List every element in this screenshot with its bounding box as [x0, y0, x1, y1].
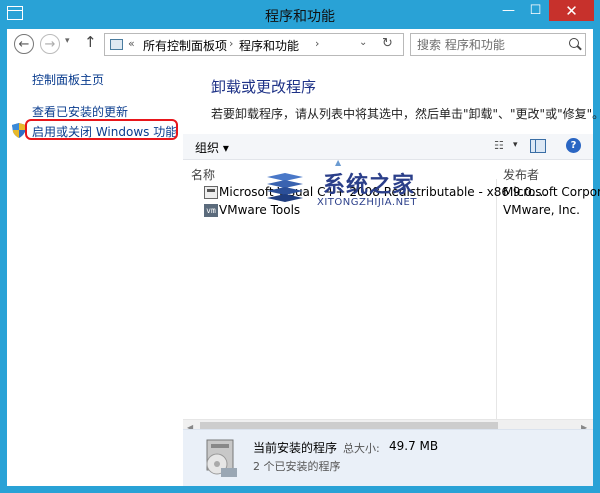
- window-controls: — ☐ ✕: [495, 0, 594, 21]
- breadcrumb-programs[interactable]: 程序和功能: [239, 37, 299, 54]
- column-publisher[interactable]: 发布者: [503, 166, 539, 183]
- details-title: 当前安装的程序: [253, 441, 338, 455]
- details-pane: 当前安装的程序 总大小: 49.7 MB 2 个已安装的程序: [183, 429, 593, 486]
- column-name[interactable]: 名称: [191, 166, 215, 183]
- address-bar: ← → ▾ ↑ « 所有控制面板项 › 程序和功能 › ⌄ ↻: [7, 29, 593, 59]
- total-size-label: 总大小:: [343, 442, 380, 455]
- breadcrumb-overflow[interactable]: «: [128, 37, 135, 50]
- chevron-down-icon[interactable]: ⌄: [359, 37, 367, 48]
- breadcrumb-separator-2[interactable]: ›: [315, 37, 319, 50]
- watermark-logo-icon: [267, 173, 303, 202]
- address-path[interactable]: « 所有控制面板项 › 程序和功能 › ⌄ ↻: [104, 33, 404, 56]
- window: 程序和功能 — ☐ ✕ ← → ▾ ↑ « 所有控制面板项 › 程序和功能 › …: [0, 0, 600, 493]
- watermark: 系统之家 XITONGZHIJIA.NET: [251, 163, 451, 213]
- close-button[interactable]: ✕: [549, 0, 594, 21]
- search-box[interactable]: [410, 33, 586, 56]
- forward-button[interactable]: →: [40, 34, 60, 54]
- search-input[interactable]: [417, 37, 565, 52]
- organize-button[interactable]: 组织 ▾: [195, 139, 229, 156]
- preview-pane-icon[interactable]: [530, 139, 546, 153]
- up-button[interactable]: ↑: [84, 33, 97, 51]
- program-publisher: Microsoft Corpor: [503, 185, 600, 199]
- recent-locations-dropdown[interactable]: ▾: [65, 36, 70, 46]
- total-size-value: 49.7 MB: [389, 439, 439, 453]
- help-icon[interactable]: ?: [566, 138, 581, 153]
- control-panel-home-link[interactable]: 控制面板主页: [32, 71, 104, 88]
- control-panel-icon: [110, 39, 123, 50]
- installed-count: 2 个已安装的程序: [253, 460, 341, 473]
- main-pane: 卸载或更改程序 若要卸载程序，请从列表中将其选中，然后单击"卸载"、"更改"或"…: [183, 59, 600, 486]
- back-button[interactable]: ←: [14, 34, 34, 54]
- breadcrumb-all-items[interactable]: 所有控制面板项: [143, 37, 227, 54]
- view-installed-updates-link[interactable]: 查看已安装的更新: [32, 103, 128, 120]
- program-publisher: VMware, Inc.: [503, 203, 580, 217]
- watermark-url: XITONGZHIJIA.NET: [317, 197, 417, 208]
- content-area: 控制面板主页 查看已安装的更新 启用或关闭 Windows 功能 卸载或更改程序…: [7, 59, 600, 486]
- vmware-icon: vm: [204, 204, 218, 217]
- page-title: 卸载或更改程序: [211, 78, 317, 96]
- title-bar[interactable]: 程序和功能 — ☐ ✕: [0, 0, 600, 29]
- minimize-button[interactable]: —: [495, 0, 522, 21]
- installer-icon: [204, 186, 218, 199]
- annotation-highlight: [25, 119, 178, 140]
- maximize-button[interactable]: ☐: [522, 0, 549, 21]
- watermark-text: 系统之家: [323, 173, 416, 198]
- page-description: 若要卸载程序，请从列表中将其选中，然后单击"卸载"、"更改"或"修复"。: [211, 107, 600, 121]
- command-bar: 组织 ▾ ☷ ▾ ?: [183, 134, 593, 160]
- shield-icon: [12, 123, 26, 138]
- refresh-icon[interactable]: ↻: [382, 36, 393, 51]
- task-pane: 控制面板主页 查看已安装的更新 启用或关闭 Windows 功能: [7, 59, 183, 486]
- search-icon[interactable]: [569, 38, 579, 48]
- view-dropdown-icon[interactable]: ▾: [513, 140, 518, 150]
- breadcrumb-separator[interactable]: ›: [229, 37, 233, 50]
- programs-icon: [206, 439, 237, 477]
- view-options-icon[interactable]: ☷: [494, 139, 504, 152]
